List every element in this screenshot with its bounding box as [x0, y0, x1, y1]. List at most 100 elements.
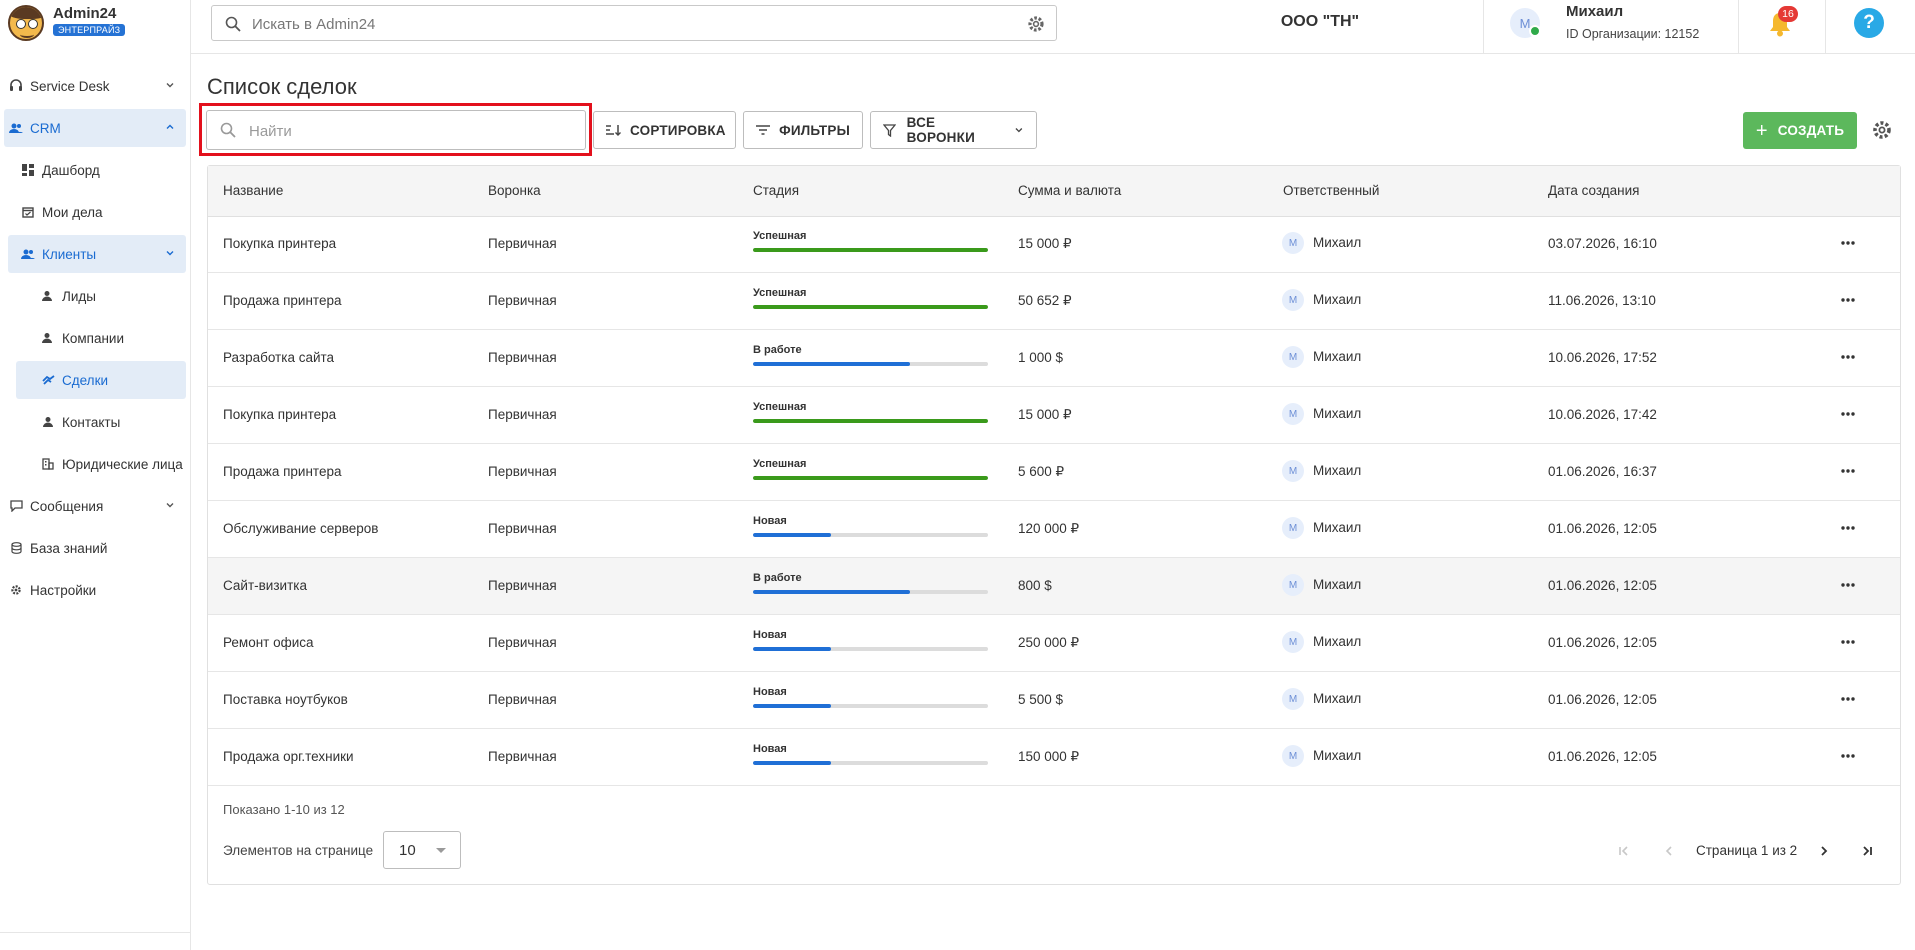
deal-funnel: Первичная — [488, 521, 557, 536]
more-actions-icon[interactable] — [1838, 407, 1858, 421]
deal-created-date: 03.07.2026, 16:10 — [1548, 236, 1657, 251]
sidebar-item-contacts[interactable]: Контакты — [16, 403, 186, 441]
deal-name[interactable]: Покупка принтера — [223, 407, 336, 422]
deal-name[interactable]: Обслуживание серверов — [223, 521, 378, 536]
deal-name[interactable]: Покупка принтера — [223, 236, 336, 251]
funnels-dropdown[interactable]: ВСЕ ВОРОНКИ — [870, 111, 1037, 149]
search-settings-gear-icon[interactable] — [1026, 14, 1046, 34]
filters-button[interactable]: ФИЛЬТРЫ — [743, 111, 863, 149]
table-row[interactable]: Продажа принтера Первичная Успешная 50 652 … — [208, 273, 1900, 330]
deal-funnel: Первичная — [488, 692, 557, 707]
sidebar-item-knowledge-base[interactable]: База знаний — [4, 529, 186, 567]
database-icon — [8, 541, 24, 555]
sidebar-item-label: Клиенты — [42, 246, 97, 262]
help-button[interactable]: ? — [1854, 8, 1884, 38]
organization-name[interactable]: ООО "ТН" — [1235, 13, 1405, 31]
more-actions-icon[interactable] — [1838, 293, 1858, 307]
more-actions-icon[interactable] — [1838, 464, 1858, 478]
prev-page-icon[interactable] — [1658, 840, 1680, 862]
column-header-sum[interactable]: Сумма и валюта — [1018, 183, 1121, 198]
sidebar-item-dashboard[interactable]: Дашборд — [8, 151, 186, 189]
table-row[interactable]: Разработка сайта Первичная В работе 1 000 $… — [208, 330, 1900, 387]
table-row[interactable]: Покупка принтера Первичная Успешная 15 000 … — [208, 387, 1900, 444]
deal-responsible[interactable]: Михаил — [1313, 406, 1361, 421]
table-row[interactable]: Покупка принтера Первичная Успешная 15 000 … — [208, 216, 1900, 273]
chevron-up-icon — [166, 124, 174, 129]
stage-progress-fill — [753, 533, 831, 537]
sidebar-item-crm[interactable]: CRM — [4, 109, 186, 147]
deals-search-input[interactable] — [247, 112, 581, 150]
sidebar-item-deals[interactable]: Сделки — [16, 361, 186, 399]
deal-responsible[interactable]: Михаил — [1313, 520, 1361, 535]
deal-sum: 250 000 ₽ — [1018, 635, 1080, 650]
deal-responsible[interactable]: Михаил — [1313, 634, 1361, 649]
sort-button[interactable]: СОРТИРОВКА — [593, 111, 736, 149]
calendar-check-icon — [20, 205, 36, 219]
global-search[interactable] — [211, 5, 1057, 42]
more-actions-icon[interactable] — [1838, 236, 1858, 250]
sidebar-item-label: Контакты — [62, 414, 121, 430]
page-title: Список сделок — [207, 74, 357, 99]
search-icon — [220, 122, 236, 138]
person-icon — [40, 415, 56, 429]
deal-responsible[interactable]: Михаил — [1313, 577, 1361, 592]
sidebar-item-companies[interactable]: Компании — [16, 319, 186, 357]
deal-name[interactable]: Продажа принтера — [223, 293, 341, 308]
online-status-dot — [1529, 25, 1541, 37]
deal-sum: 120 000 ₽ — [1018, 521, 1080, 536]
sidebar-item-legal-entities[interactable]: Юридические лица — [16, 445, 186, 483]
deal-responsible[interactable]: Михаил — [1313, 463, 1361, 478]
column-header-responsible[interactable]: Ответственный — [1283, 183, 1379, 198]
sidebar-item-messages[interactable]: Сообщения — [4, 487, 186, 525]
deal-name[interactable]: Поставка ноутбуков — [223, 692, 348, 707]
deal-name[interactable]: Продажа орг.техники — [223, 749, 354, 764]
deals-search[interactable] — [206, 110, 586, 150]
first-page-icon[interactable] — [1613, 840, 1635, 862]
sidebar-item-my-tasks[interactable]: Мои дела — [8, 193, 186, 231]
table-row[interactable]: Поставка ноутбуков Первичная Новая 5 500 $ М… — [208, 672, 1900, 729]
more-actions-icon[interactable] — [1838, 350, 1858, 364]
chat-icon — [8, 499, 24, 513]
deal-sum: 5 600 ₽ — [1018, 464, 1065, 479]
deal-name[interactable]: Продажа принтера — [223, 464, 341, 479]
sidebar-item-service-desk[interactable]: Service Desk — [4, 67, 186, 105]
user-name[interactable]: Михаил — [1566, 3, 1623, 20]
deal-responsible[interactable]: Михаил — [1313, 748, 1361, 763]
next-page-icon[interactable] — [1813, 840, 1835, 862]
deal-responsible[interactable]: Михаил — [1313, 691, 1361, 706]
deal-created-date: 01.06.2026, 12:05 — [1548, 521, 1657, 536]
more-actions-icon[interactable] — [1838, 692, 1858, 706]
deal-stage: Новая — [753, 686, 988, 708]
more-actions-icon[interactable] — [1838, 749, 1858, 763]
column-header-funnel[interactable]: Воронка — [488, 183, 541, 198]
deal-responsible[interactable]: Михаил — [1313, 292, 1361, 307]
deal-name[interactable]: Сайт-визитка — [223, 578, 307, 593]
last-page-icon[interactable] — [1856, 840, 1878, 862]
stage-progress-fill — [753, 704, 831, 708]
sidebar-item-leads[interactable]: Лиды — [16, 277, 186, 315]
table-row[interactable]: Ремонт офиса Первичная Новая 250 000 ₽ М Миха… — [208, 615, 1900, 672]
table-row[interactable]: Обслуживание серверов Первичная Новая 120 0… — [208, 501, 1900, 558]
more-actions-icon[interactable] — [1838, 578, 1858, 592]
user-avatar[interactable]: М — [1510, 8, 1541, 38]
more-actions-icon[interactable] — [1838, 521, 1858, 535]
table-row[interactable]: Продажа орг.техники Первичная Новая 150 000… — [208, 729, 1900, 786]
deal-responsible[interactable]: Михаил — [1313, 349, 1361, 364]
stage-progress-bar — [753, 533, 988, 537]
table-row[interactable]: Продажа принтера Первичная Успешная 5 600 ₽… — [208, 444, 1900, 501]
deal-name[interactable]: Ремонт офиса — [223, 635, 314, 650]
table-row[interactable]: Сайт-визитка Первичная В работе 800 $ М Михаи… — [208, 558, 1900, 615]
sidebar-item-settings[interactable]: Настройки — [4, 571, 186, 609]
deal-responsible[interactable]: Михаил — [1313, 235, 1361, 250]
sidebar-item-clients[interactable]: Клиенты — [8, 235, 186, 273]
deal-created-date: 01.06.2026, 12:05 — [1548, 749, 1657, 764]
column-header-created-date[interactable]: Дата создания — [1548, 183, 1640, 198]
deal-name[interactable]: Разработка сайта — [223, 350, 334, 365]
column-header-stage[interactable]: Стадия — [753, 183, 799, 198]
more-actions-icon[interactable] — [1838, 635, 1858, 649]
table-settings-gear-icon[interactable] — [1870, 118, 1894, 142]
per-page-select[interactable]: 10 — [383, 831, 461, 869]
create-button[interactable]: + СОЗДАТЬ — [1743, 112, 1857, 149]
column-header-name[interactable]: Название — [223, 183, 283, 198]
global-search-input[interactable] — [250, 6, 1014, 42]
